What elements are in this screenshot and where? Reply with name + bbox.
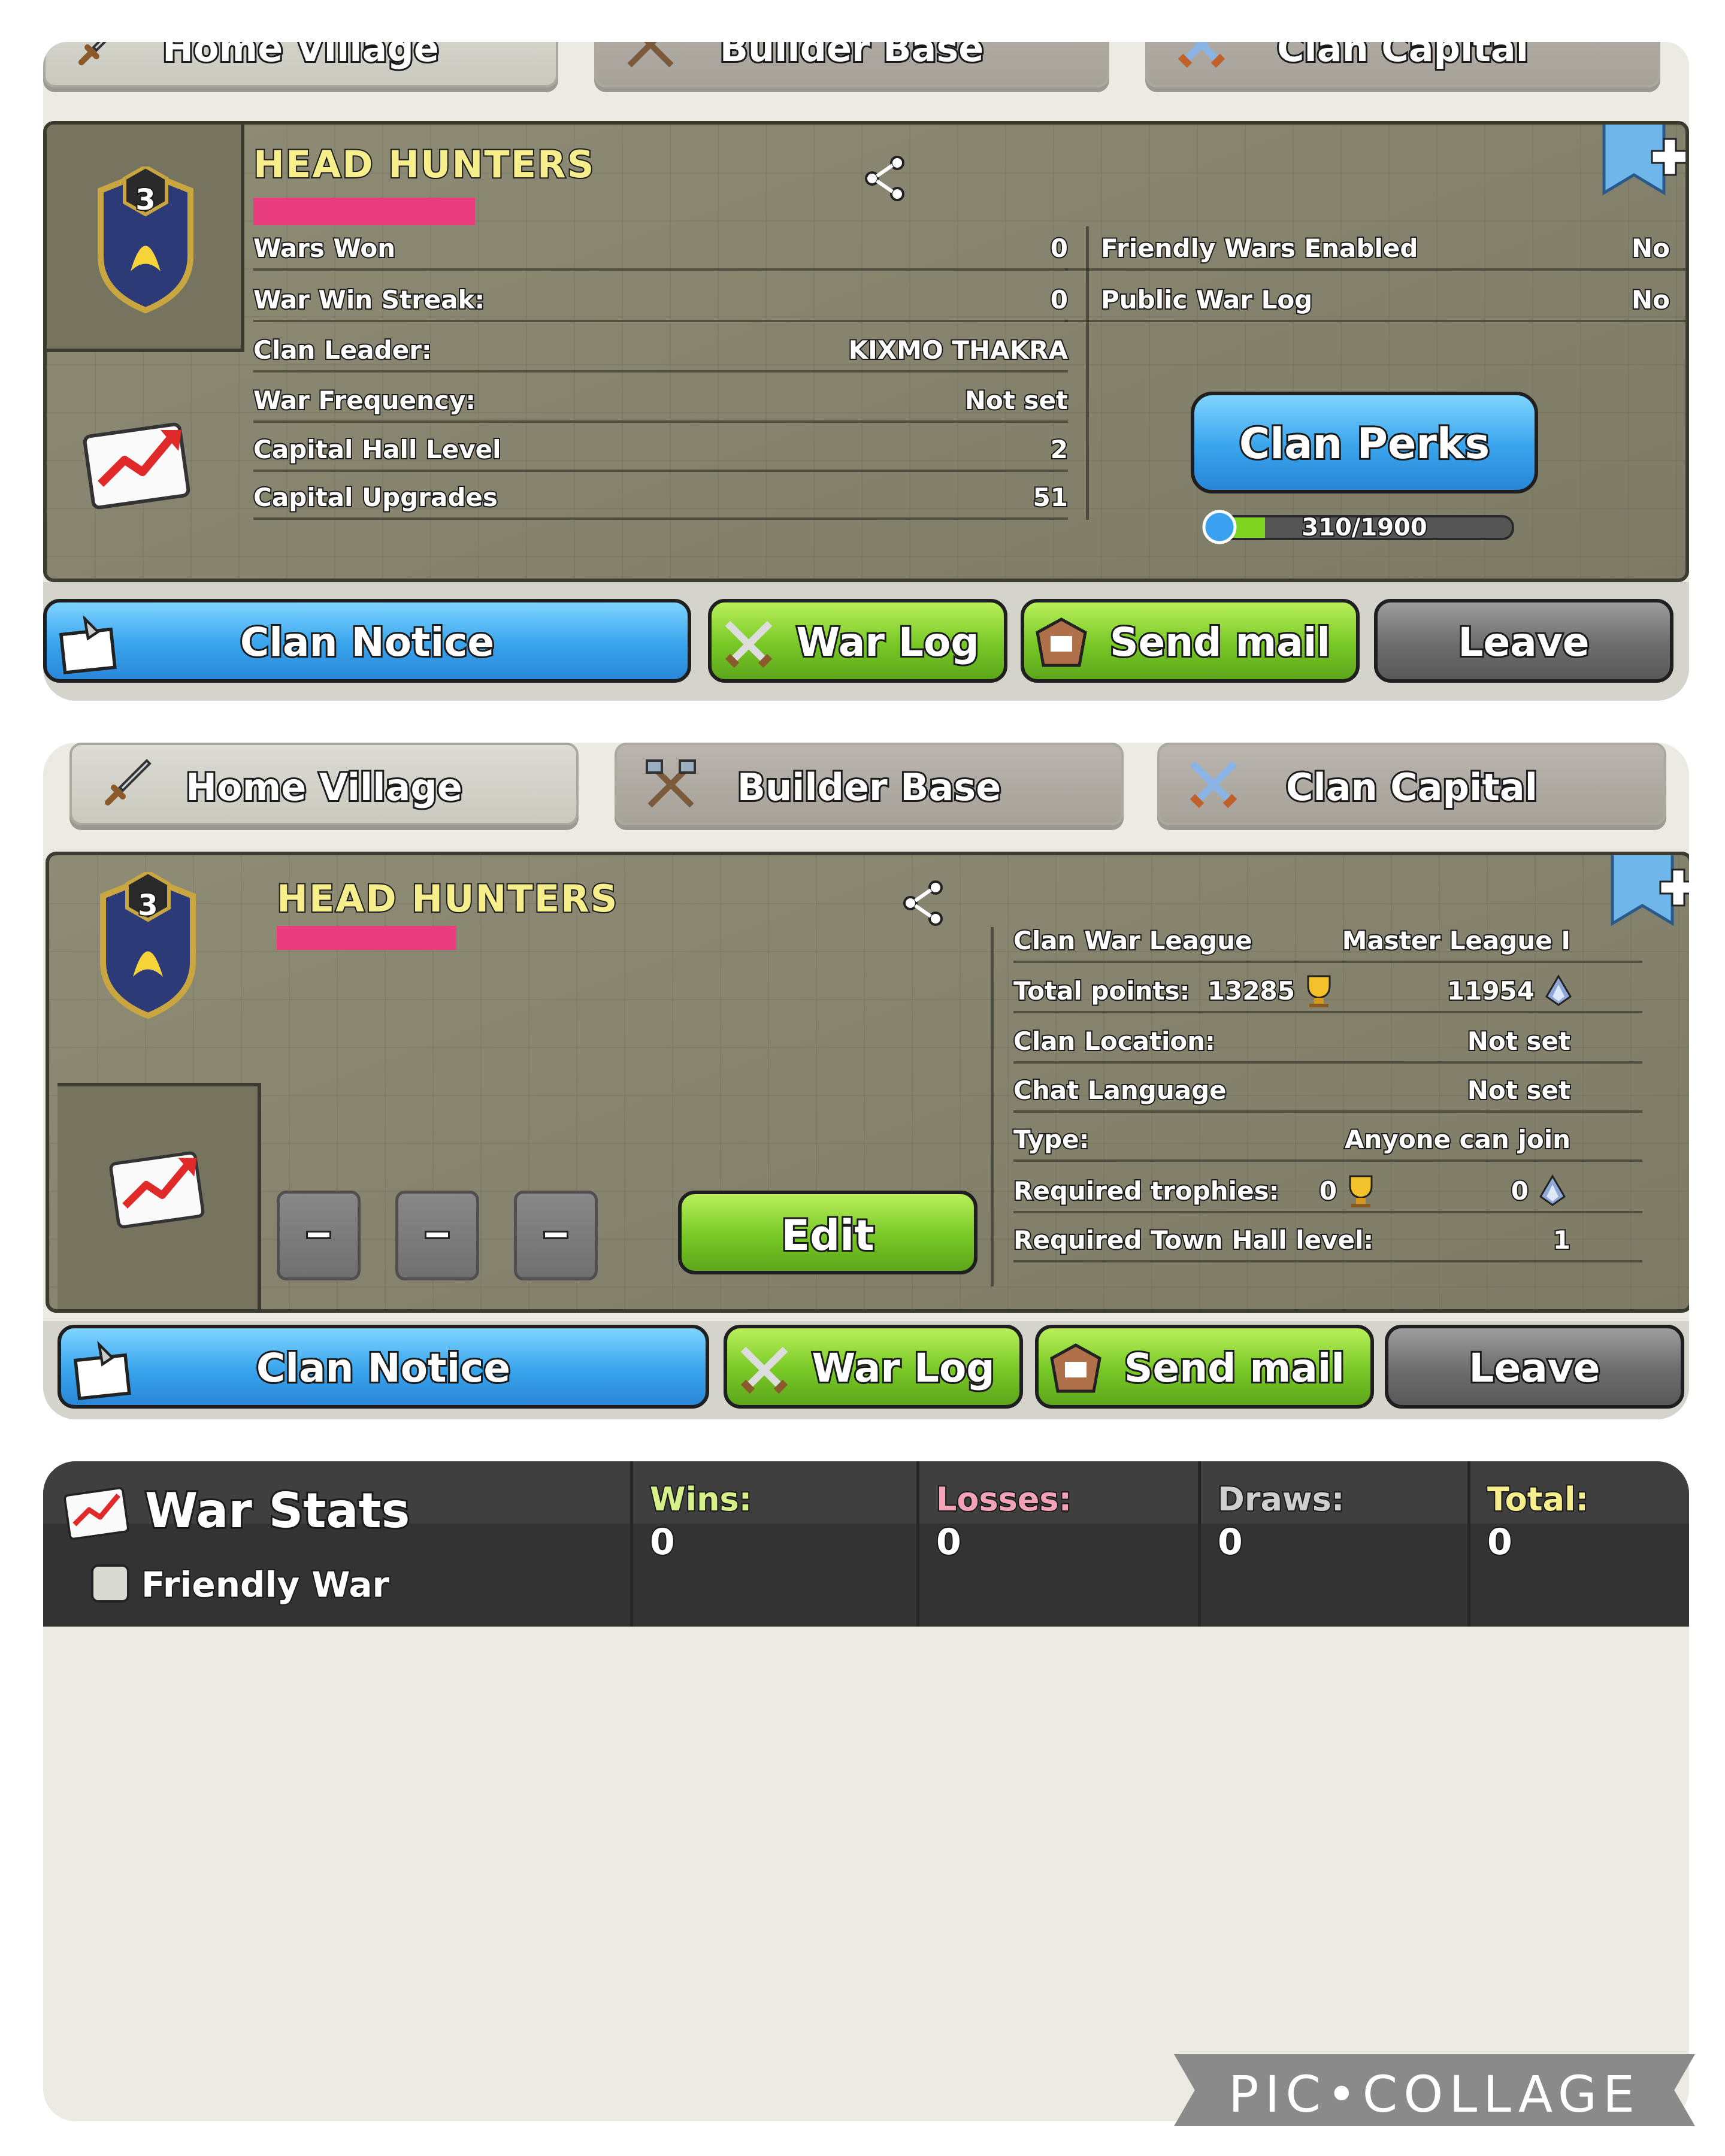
clan-info-panel: 3 HEAD HUNTERS Edit Clan War League Maste… bbox=[46, 852, 1689, 1313]
stat-row: Wars Won 0 bbox=[252, 223, 1069, 271]
tab-bar: Home Village Builder Base Clan Capital bbox=[43, 42, 1689, 87]
action-bar: Clan Notice War Log Send mail Leave bbox=[43, 582, 1689, 701]
war-log-empty-area bbox=[43, 1627, 1689, 2121]
trend-chart-icon[interactable] bbox=[77, 406, 196, 514]
stat-wins: Wins: 0 bbox=[630, 1461, 916, 1627]
clan-info-card-bottom: Home Village Builder Base Clan Capital 3… bbox=[43, 743, 1689, 1419]
friendly-war-label: Friendly War bbox=[140, 1563, 391, 1606]
perks-progress-text: 310/1900 bbox=[1300, 513, 1428, 543]
send-mail-button[interactable]: Send mail bbox=[1021, 599, 1360, 683]
friendly-war-checkbox[interactable] bbox=[91, 1564, 129, 1603]
clan-name: HEAD HUNTERS bbox=[252, 141, 595, 187]
clan-level: 3 bbox=[134, 182, 156, 218]
empty-slot-3[interactable] bbox=[514, 1191, 598, 1280]
stat-total: Total: 0 bbox=[1467, 1461, 1689, 1627]
clan-level: 3 bbox=[137, 888, 159, 923]
tab-clan-capital[interactable]: Clan Capital bbox=[1157, 743, 1666, 825]
share-icon[interactable] bbox=[900, 879, 948, 927]
tab-home-village[interactable]: Home Village bbox=[69, 743, 579, 825]
war-log-button[interactable]: War Log bbox=[708, 599, 1007, 683]
empty-slot-1[interactable] bbox=[277, 1191, 361, 1280]
tab-label: Builder Base bbox=[718, 42, 986, 72]
tab-label: Builder Base bbox=[736, 764, 1003, 811]
tab-label: Clan Capital bbox=[1284, 764, 1539, 811]
clan-info-card-top: Home Village Builder Base Clan Capital 3… bbox=[43, 42, 1689, 701]
info-row: Clan Location: Not set bbox=[1012, 1016, 1642, 1064]
info-row: Chat Language Not set bbox=[1012, 1065, 1642, 1113]
info-row: Type: Anyone can join bbox=[1012, 1114, 1642, 1162]
stat-losses: Losses: 0 bbox=[916, 1461, 1198, 1627]
pic-collage-watermark: PIC•COLLAGE bbox=[1174, 2054, 1695, 2126]
edit-button[interactable]: Edit bbox=[678, 1191, 978, 1274]
tab-label: Clan Capital bbox=[1275, 42, 1530, 72]
stat-row: War Frequency: Not set bbox=[252, 375, 1069, 423]
info-row: Required trophies: 0 0 bbox=[1012, 1165, 1642, 1213]
war-stats-title: War Stats bbox=[143, 1481, 411, 1540]
stat-row: Capital Hall Level 2 bbox=[252, 424, 1069, 472]
trophy-icon bbox=[1307, 975, 1331, 1007]
clan-info-panel: 3 HEAD HUNTERS Wars Won 0 War Win Streak:… bbox=[43, 121, 1689, 582]
trend-chart-icon[interactable] bbox=[103, 1137, 211, 1233]
send-mail-button[interactable]: Send mail bbox=[1035, 1325, 1374, 1409]
builder-trophy-icon bbox=[1539, 1174, 1566, 1206]
stat-row: Clan Leader: KIXMO THAKRA bbox=[252, 325, 1069, 373]
column-divider bbox=[991, 927, 994, 1286]
stat-row: Public War Log No bbox=[1065, 274, 1685, 322]
clan-name: HEAD HUNTERS bbox=[276, 876, 619, 922]
info-row: Required Town Hall level: 1 bbox=[1012, 1215, 1642, 1262]
tab-builder-base[interactable]: Builder Base bbox=[594, 42, 1109, 87]
trophy-icon bbox=[1349, 1175, 1373, 1207]
clan-tag-redacted bbox=[253, 198, 475, 225]
info-row: Clan War League Master League I bbox=[1012, 915, 1642, 963]
clan-perks-button[interactable]: Clan Perks bbox=[1191, 392, 1538, 493]
empty-slot-2[interactable] bbox=[395, 1191, 479, 1280]
bookmark-add-icon[interactable] bbox=[1598, 121, 1688, 211]
action-bar: Clan Notice War Log Send mail Leave bbox=[43, 1321, 1689, 1419]
tab-bar: Home Village Builder Base Clan Capital bbox=[43, 743, 1689, 836]
clan-notice-button[interactable]: Clan Notice bbox=[58, 1325, 709, 1409]
tab-home-village[interactable]: Home Village bbox=[43, 42, 558, 87]
trend-chart-icon bbox=[63, 1486, 129, 1540]
leave-button[interactable]: Leave bbox=[1385, 1325, 1684, 1409]
mail-icon bbox=[1036, 617, 1087, 667]
stat-row: Friendly Wars Enabled No bbox=[1065, 223, 1685, 271]
war-stats-panel: War Stats Friendly War Wins: 0 Losses: 0… bbox=[43, 1461, 1689, 1627]
stat-row: War Win Streak: 0 bbox=[252, 274, 1069, 322]
war-log-button[interactable]: War Log bbox=[724, 1325, 1023, 1409]
tab-clan-capital[interactable]: Clan Capital bbox=[1145, 42, 1660, 87]
stat-row: Capital Upgrades 51 bbox=[252, 472, 1069, 520]
clan-tag-redacted bbox=[277, 926, 456, 950]
tab-label: Home Village bbox=[161, 42, 441, 72]
tab-builder-base[interactable]: Builder Base bbox=[615, 743, 1124, 825]
builder-trophy-icon bbox=[1545, 974, 1572, 1006]
crossed-swords-icon bbox=[740, 1346, 788, 1394]
share-icon[interactable] bbox=[861, 155, 909, 202]
leave-button[interactable]: Leave bbox=[1374, 599, 1673, 683]
clan-notice-button[interactable]: Clan Notice bbox=[43, 599, 691, 683]
crossed-swords-icon bbox=[725, 620, 773, 668]
stat-draws: Draws: 0 bbox=[1198, 1461, 1467, 1627]
mail-icon bbox=[1050, 1343, 1101, 1393]
info-row: Total points: 13285 11954 bbox=[1012, 965, 1642, 1013]
tab-label: Home Village bbox=[184, 764, 464, 811]
